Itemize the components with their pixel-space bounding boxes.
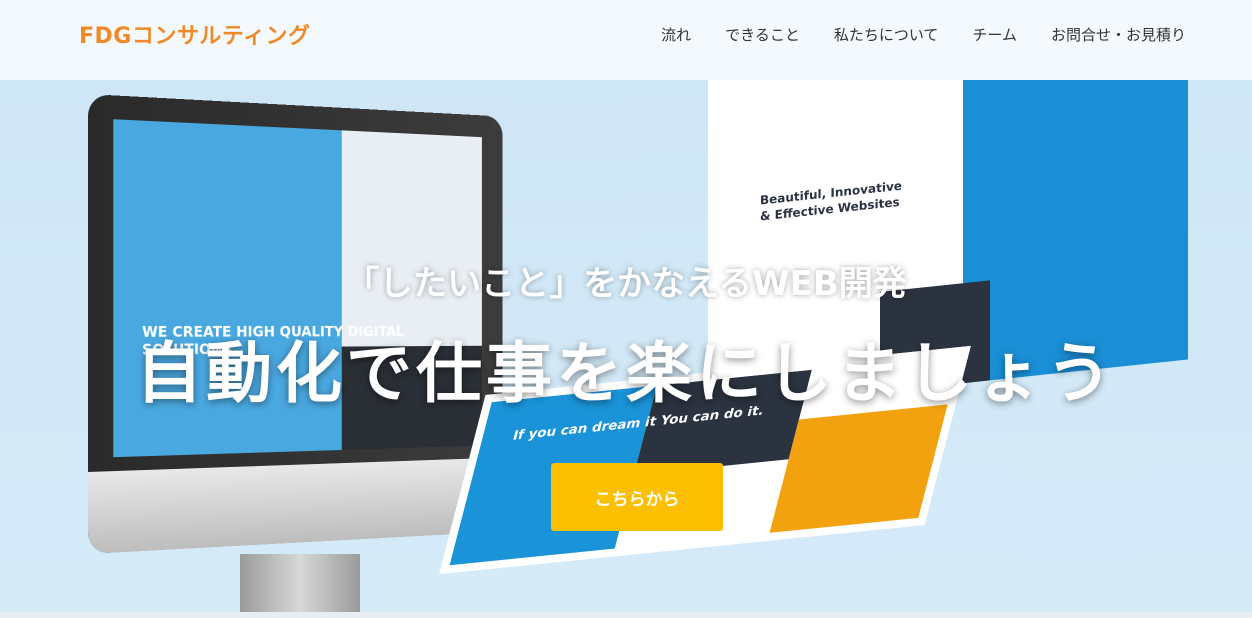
nav-item-flow[interactable]: 流れ — [661, 24, 691, 45]
footer-strip — [0, 612, 1252, 618]
monitor-chin — [88, 458, 503, 554]
nav-item-about[interactable]: 私たちについて — [834, 24, 939, 45]
cta-button[interactable]: こちらから — [551, 463, 723, 531]
nav-menu: 流れ できること 私たちについて チーム お問合せ・お見積り — [661, 24, 1186, 45]
panel-text: Beautiful, Innovative & Effective Websit… — [760, 177, 910, 225]
brand-logo[interactable]: FDGコンサルティング — [79, 18, 311, 50]
hero-tagline: 「したいこと」をかなえるWEB開発 — [0, 256, 1252, 305]
nav-item-contact[interactable]: お問合せ・お見積り — [1051, 24, 1186, 45]
navbar: FDGコンサルティング 流れ できること 私たちについて チーム お問合せ・お見… — [0, 0, 1252, 80]
hero-headline: 自動化で仕事を楽にしましょう — [0, 320, 1252, 416]
monitor-stand — [240, 554, 360, 612]
nav-item-team[interactable]: チーム — [972, 24, 1017, 45]
hero-section: Beautiful, Innovative & Effective Websit… — [0, 80, 1252, 612]
nav-item-capabilities[interactable]: できること — [725, 24, 800, 45]
